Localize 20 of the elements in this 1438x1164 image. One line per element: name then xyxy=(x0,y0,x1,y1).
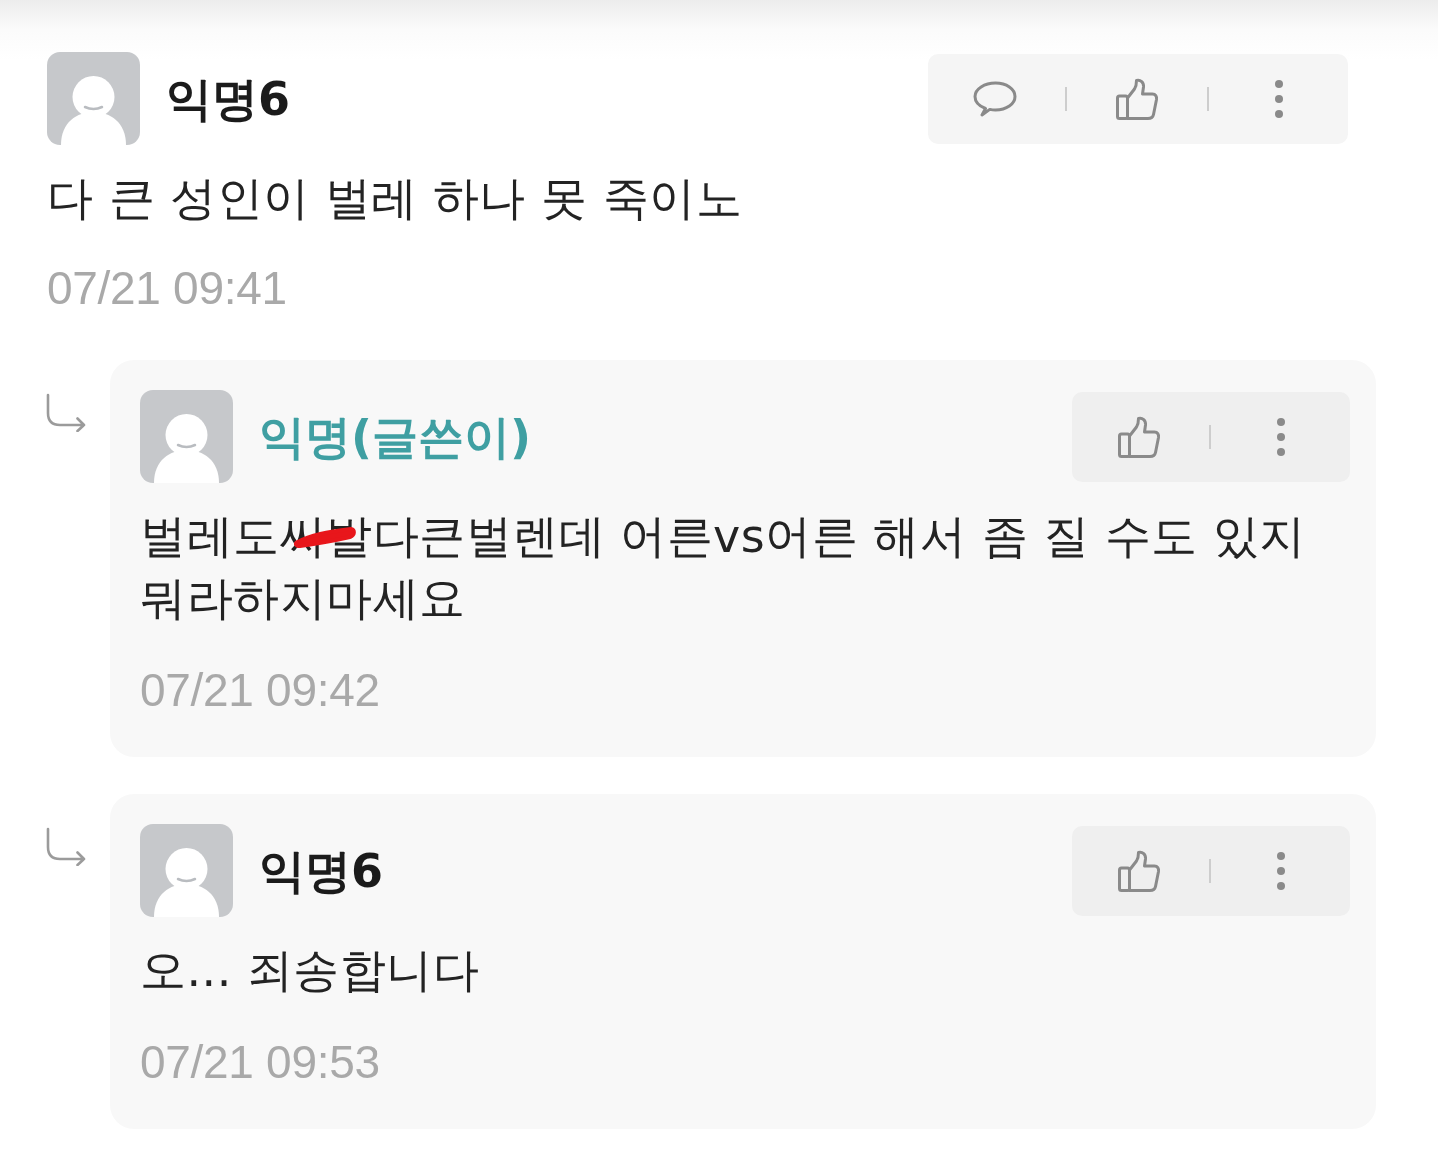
reply-arrow-icon xyxy=(45,393,88,432)
avatar-icon xyxy=(140,824,233,917)
timestamp: 07/21 09:42 xyxy=(140,663,381,717)
comment-text: 오... 죄송합니다 xyxy=(140,942,481,999)
thumbs-up-icon[interactable] xyxy=(1117,414,1161,459)
author-name: 익명(글쓴이) xyxy=(259,408,533,465)
author-name: 익명6 xyxy=(166,70,291,127)
more-icon[interactable] xyxy=(1276,850,1286,891)
more-icon[interactable] xyxy=(1276,416,1286,457)
thumbs-up-icon[interactable] xyxy=(1115,76,1159,121)
timestamp: 07/21 09:41 xyxy=(47,261,288,315)
more-icon[interactable] xyxy=(1274,78,1284,119)
reply-arrow-icon xyxy=(45,827,88,866)
avatar-icon xyxy=(140,390,233,483)
timestamp: 07/21 09:53 xyxy=(140,1035,381,1089)
thumbs-up-icon[interactable] xyxy=(1117,848,1161,893)
speech-bubble-icon[interactable] xyxy=(973,80,1017,117)
author-name: 익명6 xyxy=(259,842,384,899)
comment-text: 다 큰 성인이 벌레 하나 못 죽이노 xyxy=(47,170,744,227)
avatar-icon xyxy=(47,52,140,145)
